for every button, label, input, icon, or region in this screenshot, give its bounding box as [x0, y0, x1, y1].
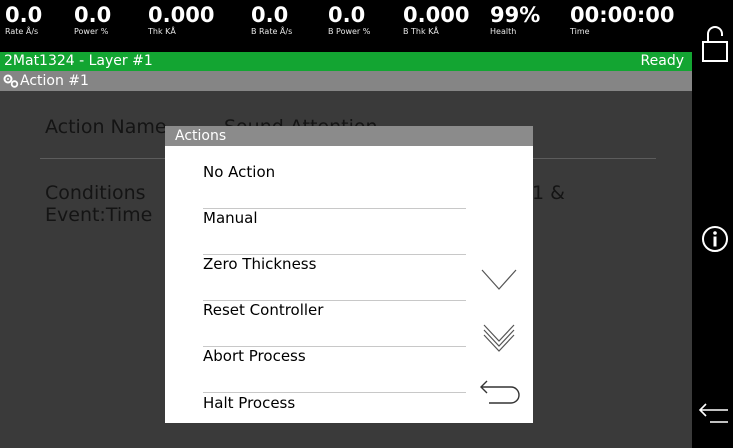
- action-item-manual[interactable]: Manual: [203, 209, 466, 255]
- dialog-header: Actions: [165, 126, 533, 146]
- page-down-icon[interactable]: [481, 322, 517, 352]
- conditions-label: Conditions: [45, 182, 146, 204]
- info-icon[interactable]: [701, 225, 729, 253]
- action-item-reset-controller[interactable]: Reset Controller: [203, 301, 466, 347]
- metric-label: Health: [490, 27, 517, 36]
- metric-label: B Thk KÅ: [403, 27, 439, 36]
- metric-label: Thk KÅ: [148, 27, 176, 36]
- metric-value: 0.0: [328, 3, 366, 27]
- metric-value: 00:00:00: [570, 3, 675, 27]
- recipe-layer-title: 2Mat1324 - Layer #1: [4, 53, 153, 69]
- action-item-no-action[interactable]: No Action: [203, 163, 466, 209]
- unlock-icon[interactable]: [702, 22, 728, 68]
- gears-icon: [3, 74, 19, 88]
- action-item-label: Halt Process: [203, 394, 296, 412]
- breadcrumb: Action #1: [0, 71, 692, 91]
- title-bar: 2Mat1324 - Layer #1 Ready: [0, 52, 692, 71]
- metric-value: 0.000: [148, 3, 215, 27]
- metric-value: 0.0: [251, 3, 289, 27]
- conditions-line2: Event:Time: [45, 204, 153, 226]
- metric-label: Time: [570, 27, 590, 36]
- actions-dialog: Actions No Action Manual Zero Thickness …: [165, 126, 533, 423]
- metric-label: B Rate Å/s: [251, 27, 293, 36]
- metric-value: 99%: [490, 3, 541, 27]
- action-item-label: Reset Controller: [203, 301, 324, 319]
- action-item-label: Manual: [203, 209, 258, 227]
- right-rail: [692, 0, 733, 448]
- dialog-title: Actions: [175, 128, 227, 144]
- metric-label: Power %: [74, 27, 109, 36]
- back-arrow-icon[interactable]: [696, 398, 730, 426]
- breadcrumb-label: Action #1: [20, 73, 89, 89]
- scroll-down-icon[interactable]: [479, 265, 519, 295]
- action-item-label: No Action: [203, 163, 276, 181]
- metric-label: Rate Å/s: [5, 27, 39, 36]
- item-divider: [203, 392, 466, 393]
- metric-label: B Power %: [328, 27, 371, 36]
- action-name-label: Action Name: [45, 116, 167, 138]
- status-text: Ready: [640, 53, 684, 69]
- conditions-fragment: 1 &: [532, 182, 565, 204]
- action-item-label: Zero Thickness: [203, 255, 317, 273]
- metric-value: 0.0: [74, 3, 112, 27]
- action-item-zero-thickness[interactable]: Zero Thickness: [203, 255, 466, 301]
- action-item-label: Abort Process: [203, 347, 306, 365]
- status-bar: 0.0 Rate Å/s 0.0 Power % 0.000 Thk KÅ 0.…: [0, 0, 692, 52]
- action-item-abort-process[interactable]: Abort Process: [203, 347, 466, 393]
- action-item-halt-process[interactable]: Halt Process: [203, 394, 466, 418]
- back-icon[interactable]: [477, 378, 523, 412]
- metric-value: 0.000: [403, 3, 470, 27]
- metric-value: 0.0: [5, 3, 43, 27]
